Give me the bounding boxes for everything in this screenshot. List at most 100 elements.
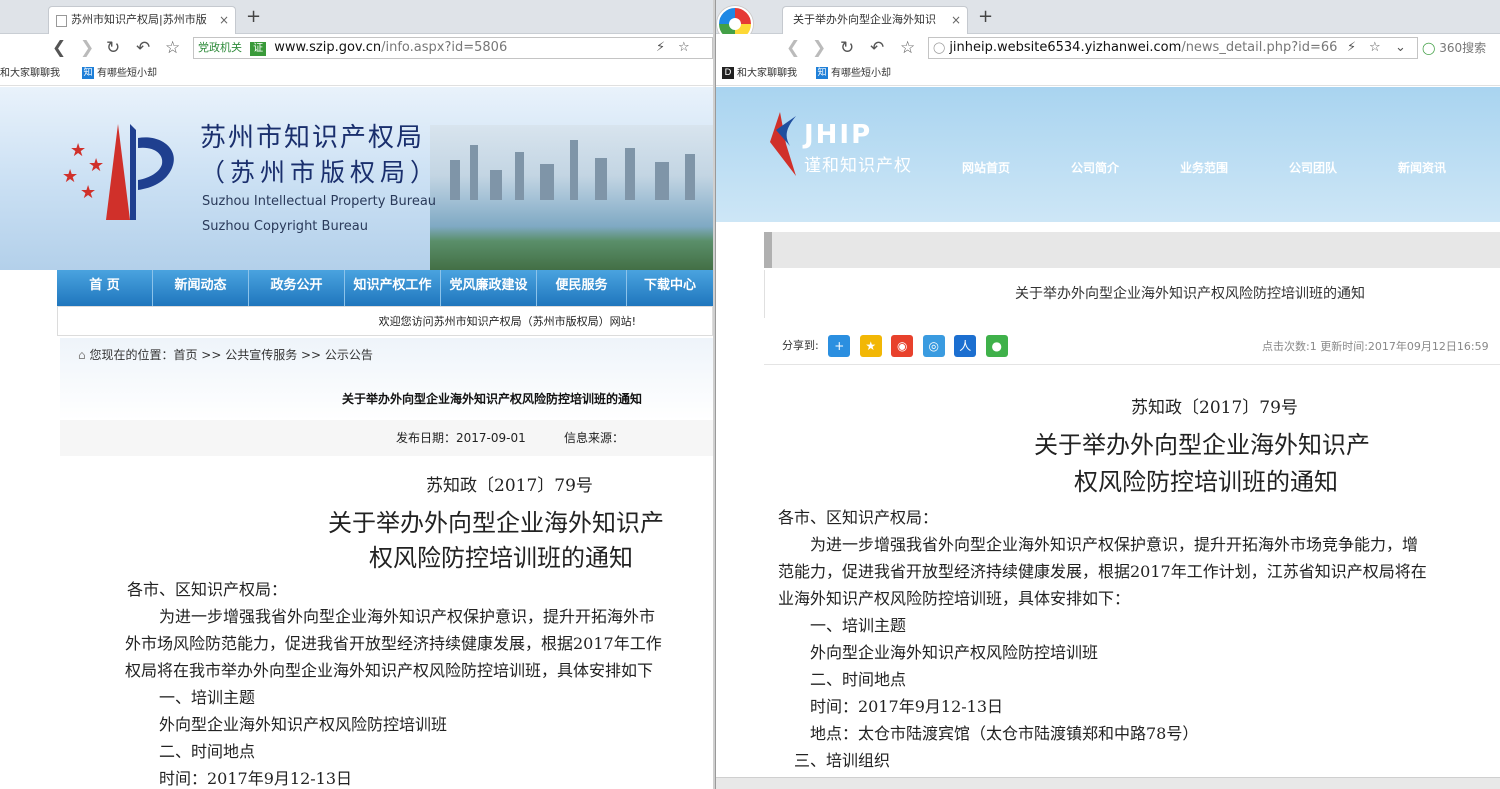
share-wechat-icon[interactable]: ● [985, 335, 1008, 357]
lightning-icon[interactable]: ⚡ [1347, 38, 1356, 58]
share-tencent-icon[interactable]: ◎ [922, 335, 945, 357]
star-decoration: ★ [62, 166, 79, 187]
nav-government[interactable]: 政务公开 [249, 270, 345, 306]
body-line: 一、培训主题 [127, 688, 256, 707]
address-bar[interactable]: ◯ jinheip.website6534.yizhanwei.com/news_… [928, 37, 1418, 59]
document-body: 各市、区知识产权局： 为进一步增强我省外向型企业海外知识产权保护意识，提升开拓海… [125, 576, 713, 789]
horizontal-scrollbar[interactable] [716, 777, 1500, 789]
nav-services[interactable]: 便民服务 [537, 270, 627, 306]
reload-icon[interactable]: ↻ [840, 37, 854, 59]
shield-icon: ◯ [933, 41, 946, 54]
star-icon[interactable]: ☆ [165, 37, 180, 59]
tab-bar: 关于举办外向型企业海外知识 × + [716, 0, 1500, 42]
nav-news[interactable]: 新闻动态 [153, 270, 249, 306]
document-title-line1: 关于举办外向型企业海外知识产 [1034, 431, 1370, 459]
share-weibo-icon[interactable]: ◉ [891, 335, 914, 357]
lightning-icon[interactable]: ⚡ [656, 38, 665, 58]
body-line: 一、培训主题 [778, 616, 907, 635]
body-line: 外市场风险防范能力，促进我省开放型经济持续健康发展，根据2017年工作 [125, 634, 662, 653]
nav-ip-work[interactable]: 知识产权工作 [345, 270, 441, 306]
back-icon[interactable]: ❮ [786, 37, 800, 59]
zhihu-icon: 知 [816, 67, 828, 79]
forward-icon[interactable]: ❯ [812, 37, 826, 59]
star-decoration: ★ [80, 182, 97, 203]
tab-title: 关于举办外向型企业海外知识 [793, 13, 936, 26]
article-heading: 关于举办外向型企业海外知识产权风险防控培训班的通知 [764, 270, 1500, 318]
body-line: 时间：2017年9月12-13日 [127, 769, 353, 788]
bookmarks-bar: D 和大家聊聊我 知有哪些短小却 [716, 62, 1500, 86]
new-tab-button[interactable]: + [246, 6, 261, 28]
body-line: 各市、区知识产权局： [778, 508, 939, 527]
body-line: 外向型企业海外知识产权风险防控培训班 [778, 643, 1099, 662]
menu-business[interactable]: 业务范围 [1180, 159, 1228, 176]
bookmark-icon: D [722, 67, 734, 79]
body-line: 为进一步增强我省外向型企业海外知识产权保护意识，提升开拓海外市场竞争能力，增 [778, 535, 1419, 554]
body-line: 地点：太仓市陆渡宾馆（太仓市陆渡镇郑和中路78号） [778, 724, 1199, 743]
share-plus-icon[interactable]: + [828, 335, 851, 357]
url-path: /news_detail.php?id=66 [1181, 40, 1338, 55]
share-qzone-icon[interactable]: ★ [859, 335, 882, 357]
bookmark-item[interactable]: D 和大家聊聊我 [722, 62, 797, 86]
bureau-emblem-icon [106, 124, 174, 220]
article-meta: 发布日期：2017-09-01 信息来源： [60, 420, 713, 456]
body-line: 范能力，促进我省开放型经济持续健康发展，根据2017年工作计划，江苏省知识产权局… [778, 562, 1427, 581]
page-icon [56, 15, 67, 27]
favorite-icon[interactable]: ☆ [1369, 38, 1381, 58]
publish-date: 发布日期：2017-09-01 [396, 431, 526, 445]
share-renren-icon[interactable]: 人 [954, 335, 977, 357]
cert-badge: 证 [250, 42, 267, 56]
bookmark-item[interactable]: 和大家聊聊我 [0, 62, 60, 86]
search-label: 360搜索 [1439, 41, 1487, 55]
close-icon[interactable]: × [951, 7, 961, 33]
share-label: 分享到: [782, 339, 819, 352]
menu-home[interactable]: 网站首页 [962, 159, 1010, 176]
reload-icon[interactable]: ↻ [106, 37, 120, 59]
left-browser-window: 苏州市知识产权局|苏州市版 × + ❮ ❯ ↻ ↶ ☆ 党政机关 证 www.s… [0, 0, 713, 789]
undo-icon[interactable]: ↶ [136, 37, 150, 59]
article-meta: 点击次数:1 更新时间:2017年09月12日16:59 [1262, 340, 1489, 353]
welcome-text: 欢迎您访问苏州市知识产权局（苏州市版权局）网站! [57, 306, 713, 336]
star-icon[interactable]: ☆ [900, 37, 915, 59]
right-browser-window: 关于举办外向型企业海外知识 × + ❮ ❯ ↻ ↶ ☆ ◯ jinheip.web… [715, 0, 1500, 789]
document-title-line1: 关于举办外向型企业海外知识产 [328, 509, 664, 537]
body-line: 二、时间地点 [778, 670, 907, 689]
close-icon[interactable]: × [219, 7, 229, 33]
menu-news[interactable]: 新闻资讯 [1398, 159, 1446, 176]
breadcrumb-panel: ⌂ 您现在的位置：首页 >> 公共宣传服务 >> 公示公告 关于举办外向型企业海… [60, 338, 713, 420]
url-host: www.szip.gov.cn [274, 40, 382, 55]
nav-download[interactable]: 下载中心 [627, 270, 713, 306]
bookmark-item[interactable]: 知有哪些短小却 [82, 62, 157, 86]
bookmark-item[interactable]: 知有哪些短小却 [816, 62, 891, 86]
nav-home[interactable]: 首 页 [57, 270, 153, 306]
brand-subtitle: 谨和知识产权 [804, 156, 912, 176]
address-bar[interactable]: 党政机关 证 www.szip.gov.cn/info.aspx?id=5806… [193, 37, 713, 59]
url-path: /info.aspx?id=5806 [381, 40, 508, 55]
tab-szip[interactable]: 苏州市知识产权局|苏州市版 × [48, 6, 236, 34]
info-source: 信息来源： [564, 431, 625, 445]
nav-integrity[interactable]: 党风廉政建设 [441, 270, 537, 306]
undo-icon[interactable]: ↶ [870, 37, 884, 59]
body-line: 为进一步增强我省外向型企业海外知识产权保护意识，提升开拓海外市 [127, 607, 656, 626]
site-title-en: Suzhou Intellectual Property Bureau [202, 194, 437, 209]
search-box[interactable]: ◯ 360搜索 [1422, 37, 1500, 59]
menu-team[interactable]: 公司团队 [1289, 159, 1337, 176]
menu-about[interactable]: 公司简介 [1071, 159, 1119, 176]
site-subtitle-en: Suzhou Copyright Bureau [202, 219, 368, 234]
separator [764, 364, 1500, 365]
forward-icon[interactable]: ❯ [80, 37, 94, 59]
back-icon[interactable]: ❮ [52, 37, 66, 59]
favorite-icon[interactable]: ☆ [678, 38, 690, 58]
document-number: 苏知政〔2017〕79号 [1131, 398, 1298, 418]
tab-title: 苏州市知识产权局|苏州市版 [71, 13, 207, 26]
tab-jinheip[interactable]: 关于举办外向型企业海外知识 × [782, 6, 968, 34]
chevron-down-icon[interactable]: ⌄ [1395, 38, 1406, 58]
star-decoration: ★ [70, 140, 87, 161]
new-tab-button[interactable]: + [978, 6, 993, 28]
document-number: 苏知政〔2017〕79号 [426, 476, 593, 496]
site-title-cn: 苏州市知识产权局 [200, 123, 425, 153]
body-line: 各市、区知识产权局： [127, 580, 288, 599]
city-skyline-image [430, 125, 713, 270]
body-line: 外向型企业海外知识产权风险防控培训班 [127, 715, 448, 734]
breadcrumb: ⌂ 您现在的位置：首页 >> 公共宣传服务 >> 公示公告 [78, 348, 373, 362]
search-icon: ◯ [1422, 41, 1436, 55]
